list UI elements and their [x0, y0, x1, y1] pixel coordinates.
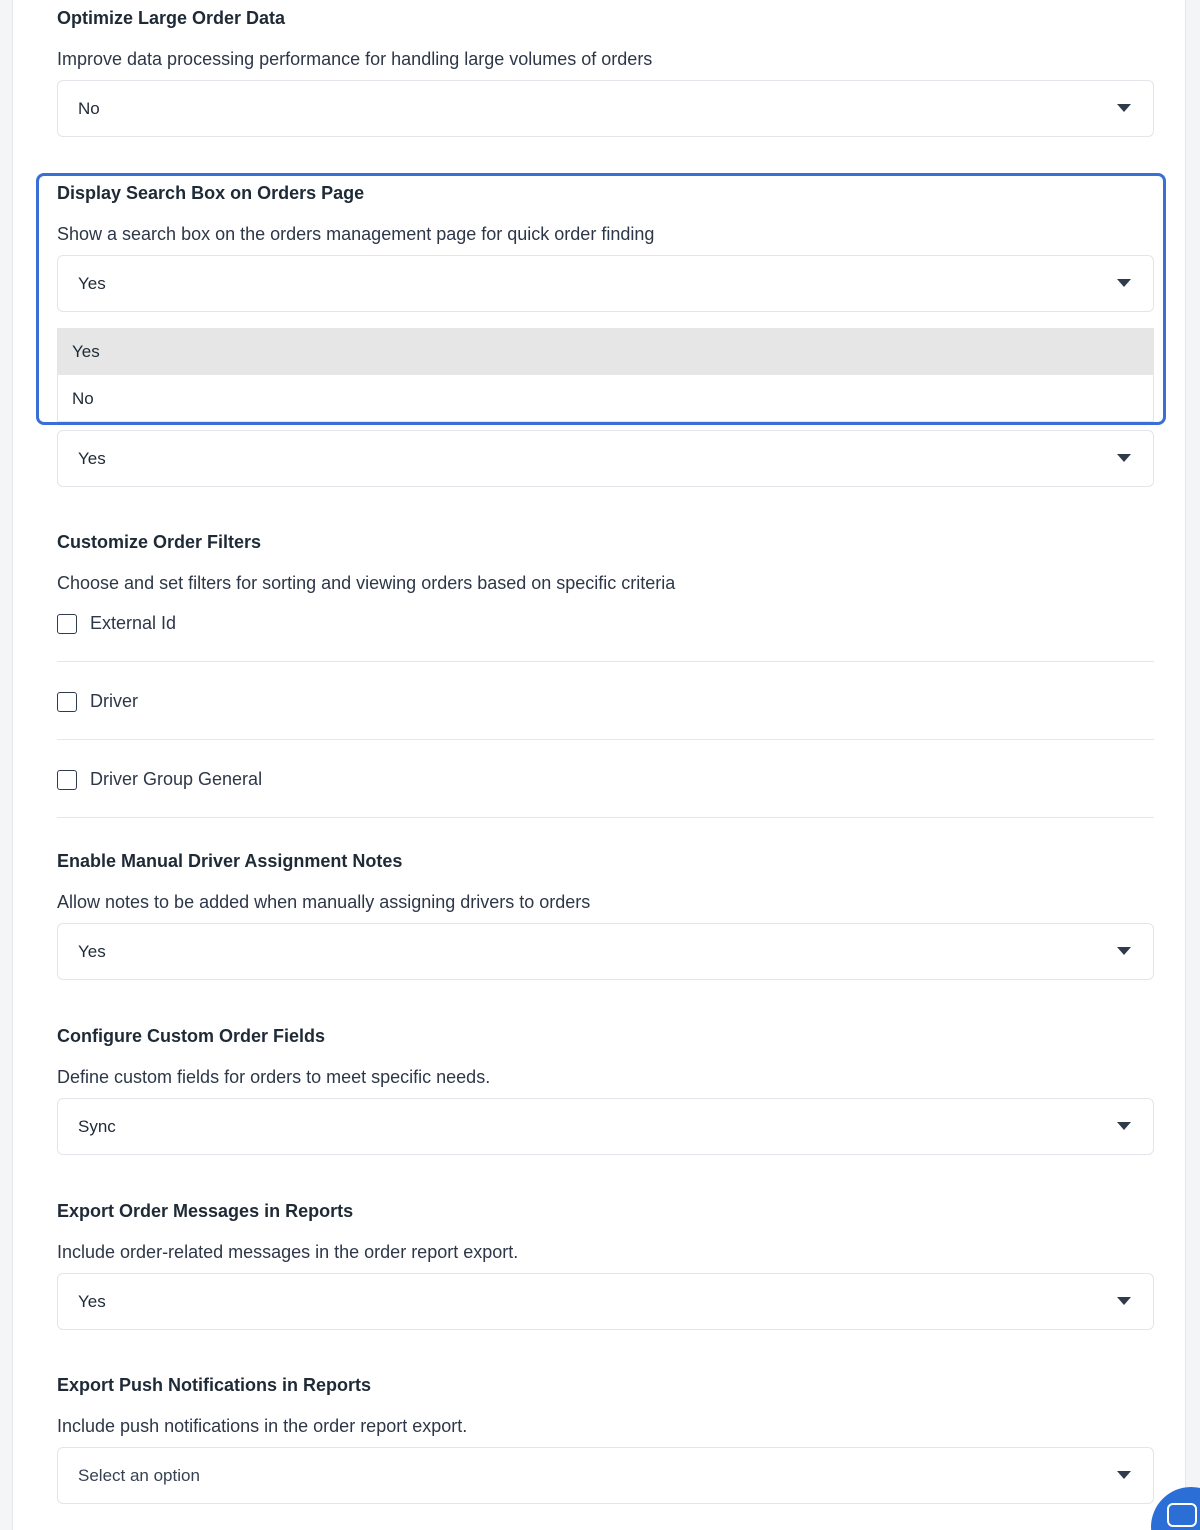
caret-down-icon	[1117, 1122, 1131, 1130]
filter-external-id[interactable]: External Id	[57, 613, 176, 634]
export-push-select[interactable]: Select an option	[57, 1447, 1154, 1504]
divider	[57, 817, 1154, 818]
hidden-setting-select[interactable]: Yes	[57, 430, 1154, 487]
caret-down-icon	[1117, 1297, 1131, 1305]
checkbox[interactable]	[57, 613, 77, 634]
optimize-description: Improve data processing performance for …	[57, 49, 653, 69]
caret-down-icon	[1117, 1471, 1131, 1479]
manual-notes-select[interactable]: Yes	[57, 923, 1154, 980]
export-push-title: Export Push Notifications in Reports	[57, 1375, 372, 1395]
filter-label: External Id	[90, 613, 177, 633]
optimize-title: Optimize Large Order Data	[57, 8, 286, 28]
dropdown-option-yes[interactable]: Yes	[58, 328, 1153, 375]
filter-driver-group-general[interactable]: Driver Group General	[57, 769, 262, 790]
caret-down-icon	[1117, 279, 1131, 287]
custom-fields-select-value: Sync	[78, 1117, 116, 1136]
custom-fields-description: Define custom fields for orders to meet …	[57, 1067, 491, 1087]
caret-down-icon	[1117, 104, 1131, 112]
filter-driver[interactable]: Driver	[57, 691, 138, 712]
search-box-description: Show a search box on the orders manageme…	[57, 224, 655, 244]
export-messages-select-value: Yes	[78, 1292, 106, 1311]
optimize-select[interactable]: No	[57, 80, 1154, 137]
search-box-select[interactable]: Yes	[57, 255, 1154, 312]
filter-label: Driver	[90, 691, 138, 711]
checkbox[interactable]	[57, 769, 77, 790]
filter-label: Driver Group General	[90, 769, 263, 789]
export-messages-title: Export Order Messages in Reports	[57, 1201, 354, 1221]
manual-notes-description: Allow notes to be added when manually as…	[57, 892, 591, 912]
divider	[57, 661, 1154, 662]
custom-fields-select[interactable]: Sync	[57, 1098, 1154, 1155]
export-messages-description: Include order-related messages in the or…	[57, 1242, 519, 1262]
divider	[57, 739, 1154, 740]
manual-notes-select-value: Yes	[78, 942, 106, 961]
export-push-description: Include push notifications in the order …	[57, 1416, 468, 1436]
chat-bubble-icon	[1167, 1503, 1197, 1527]
dropdown-option-no[interactable]: No	[58, 375, 1153, 422]
hidden-setting-select-value: Yes	[78, 449, 106, 468]
search-box-select-value: Yes	[78, 274, 106, 293]
caret-down-icon	[1117, 454, 1131, 462]
custom-fields-title: Configure Custom Order Fields	[57, 1026, 326, 1046]
search-box-title: Display Search Box on Orders Page	[57, 183, 365, 203]
manual-notes-title: Enable Manual Driver Assignment Notes	[57, 851, 403, 871]
filters-description: Choose and set filters for sorting and v…	[57, 573, 676, 593]
search-box-dropdown: Yes No	[57, 328, 1154, 422]
optimize-select-value: No	[78, 99, 100, 118]
caret-down-icon	[1117, 947, 1131, 955]
export-messages-select[interactable]: Yes	[57, 1273, 1154, 1330]
export-push-select-placeholder: Select an option	[78, 1466, 200, 1485]
filters-title: Customize Order Filters	[57, 532, 262, 552]
checkbox[interactable]	[57, 691, 77, 712]
